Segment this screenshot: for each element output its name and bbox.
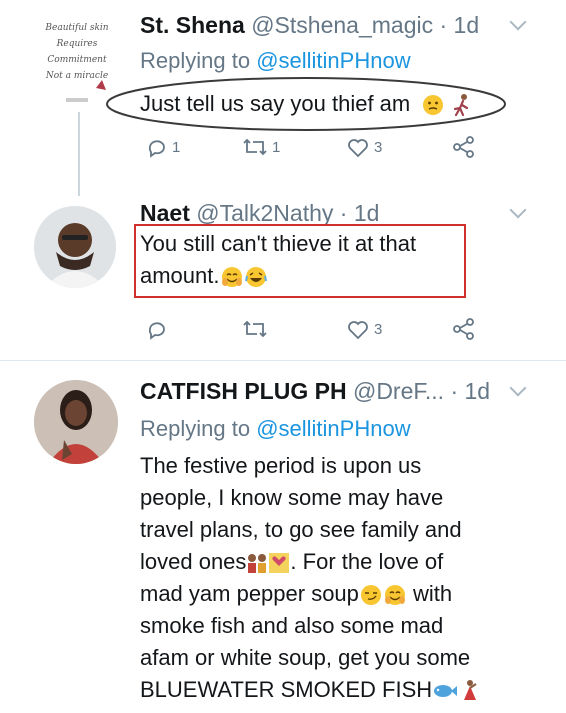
user-handle[interactable]: @DreF...	[353, 378, 444, 404]
tweet-text-line: people, I know some may have	[140, 485, 444, 510]
tweet-divider	[0, 360, 566, 361]
tweet-text-line: mad yam pepper soup with	[140, 578, 480, 610]
couple-hearts-icon	[269, 553, 290, 574]
tweet-stshena[interactable]: Beautiful skin Requires Commitment Not a…	[0, 0, 566, 196]
retweet-button[interactable]	[242, 314, 272, 344]
avatar[interactable]	[34, 380, 118, 464]
tweet-text-content: Just tell us say you thief am	[140, 91, 411, 116]
replying-to: Replying to @sellitinPHnow	[140, 48, 411, 74]
chevron-down-icon[interactable]	[509, 13, 527, 31]
timestamp[interactable]: · 1d	[340, 200, 380, 226]
smirk-emoji-icon	[360, 585, 381, 606]
like-icon	[348, 139, 368, 158]
tweet-text-content: . For the love of	[290, 549, 444, 574]
svg-text:Requires: Requires	[56, 39, 98, 49]
tweet-text-content: amount.	[140, 263, 220, 288]
mention-link[interactable]: @sellitinPHnow	[256, 48, 410, 73]
reply-button[interactable]: 1	[146, 132, 180, 162]
tweet-naet[interactable]: Naet @Talk2Nathy · 1d You still can't th…	[0, 190, 566, 350]
tweet-catfish-plug[interactable]: CATFISH PLUG PH @DreF... · 1d Replying t…	[0, 362, 566, 713]
reply-button[interactable]	[146, 314, 172, 344]
reply-count: 1	[172, 138, 181, 156]
thinking-emoji-icon	[423, 95, 444, 116]
tweet-header: Naet @Talk2Nathy · 1d	[140, 200, 379, 227]
like-button[interactable]: 3	[346, 314, 382, 344]
tweet-text-content: BLUEWATER SMOKED FISH	[140, 677, 433, 702]
tweet-text-line: BLUEWATER SMOKED FISH	[140, 674, 480, 706]
share-button[interactable]	[452, 132, 476, 162]
tweet-text-line-2: amount.	[140, 260, 416, 292]
retweet-icon	[243, 138, 267, 156]
display-name[interactable]: Naet	[140, 200, 190, 226]
tweet-text-line: The festive period is upon us	[140, 453, 422, 478]
chevron-down-icon[interactable]	[509, 201, 527, 219]
tweet-text-line: smoke fish and also some mad	[140, 613, 444, 638]
tweet-header: St. Shena @Stshena_magic · 1d	[140, 12, 479, 39]
hugging-face-icon	[221, 267, 242, 288]
family-icon	[248, 554, 267, 574]
user-handle[interactable]: @Stshena_magic	[251, 12, 433, 38]
svg-text:Commitment: Commitment	[47, 55, 107, 65]
tweet-text: The festive period is upon us people, I …	[140, 450, 480, 706]
laughing-emoji-icon	[244, 267, 267, 288]
hugging-face-icon	[384, 585, 405, 606]
running-person-icon	[454, 94, 469, 117]
retweet-count: 1	[272, 138, 281, 156]
mention-link[interactable]: @sellitinPHnow	[256, 416, 410, 441]
user-handle[interactable]: @Talk2Nathy	[196, 200, 333, 226]
tweet-text-line: afam or white soup, get you some	[140, 645, 471, 670]
tweet-text: Just tell us say you thief am	[140, 88, 472, 120]
tweet-text-line: travel plans, to go see family and	[140, 517, 462, 542]
chevron-down-icon[interactable]	[509, 379, 527, 397]
tweet-actions: 3	[146, 314, 486, 344]
svg-text:Not a miracle: Not a miracle	[45, 71, 108, 81]
retweet-icon	[243, 320, 267, 338]
like-count: 3	[374, 138, 383, 156]
like-icon	[348, 321, 368, 340]
tweet-text-line: You still can't thieve it at that	[140, 231, 417, 256]
display-name[interactable]: CATFISH PLUG PH	[140, 378, 347, 404]
avatar[interactable]	[34, 206, 116, 288]
replying-to: Replying to @sellitinPHnow	[140, 416, 411, 442]
timestamp[interactable]: · 1d	[439, 12, 479, 38]
display-name[interactable]: St. Shena	[140, 12, 245, 38]
timestamp[interactable]: · 1d	[450, 378, 490, 404]
reply-icon	[148, 322, 165, 340]
tweet-actions: 1 1 3	[146, 132, 486, 162]
fish-icon	[434, 685, 458, 698]
avatar-image	[34, 380, 118, 464]
like-count: 3	[374, 320, 383, 338]
tweet-thread: Beautiful skin Requires Commitment Not a…	[0, 0, 566, 713]
tweet-text: You still can't thieve it at that amount…	[140, 228, 416, 292]
replying-to-label: Replying to	[140, 48, 251, 73]
share-icon	[453, 318, 474, 340]
retweet-button[interactable]: 1	[242, 132, 280, 162]
tweet-header: CATFISH PLUG PH @DreF... · 1d	[140, 378, 490, 405]
reply-icon	[148, 140, 165, 158]
tweet-text-content: mad yam pepper soup	[140, 581, 359, 606]
share-icon	[453, 136, 474, 158]
tweet-text-content: loved ones	[140, 549, 247, 574]
like-button[interactable]: 3	[346, 132, 382, 162]
share-button[interactable]	[452, 314, 476, 344]
avatar-image	[34, 206, 116, 288]
tweet-text-content: with	[406, 581, 453, 606]
thread-line	[78, 112, 80, 196]
tweet-text-line: loved ones . For the love of	[140, 546, 480, 578]
replying-to-label: Replying to	[140, 416, 251, 441]
dancer-icon	[464, 680, 477, 701]
svg-text:Beautiful skin: Beautiful skin	[44, 23, 108, 33]
